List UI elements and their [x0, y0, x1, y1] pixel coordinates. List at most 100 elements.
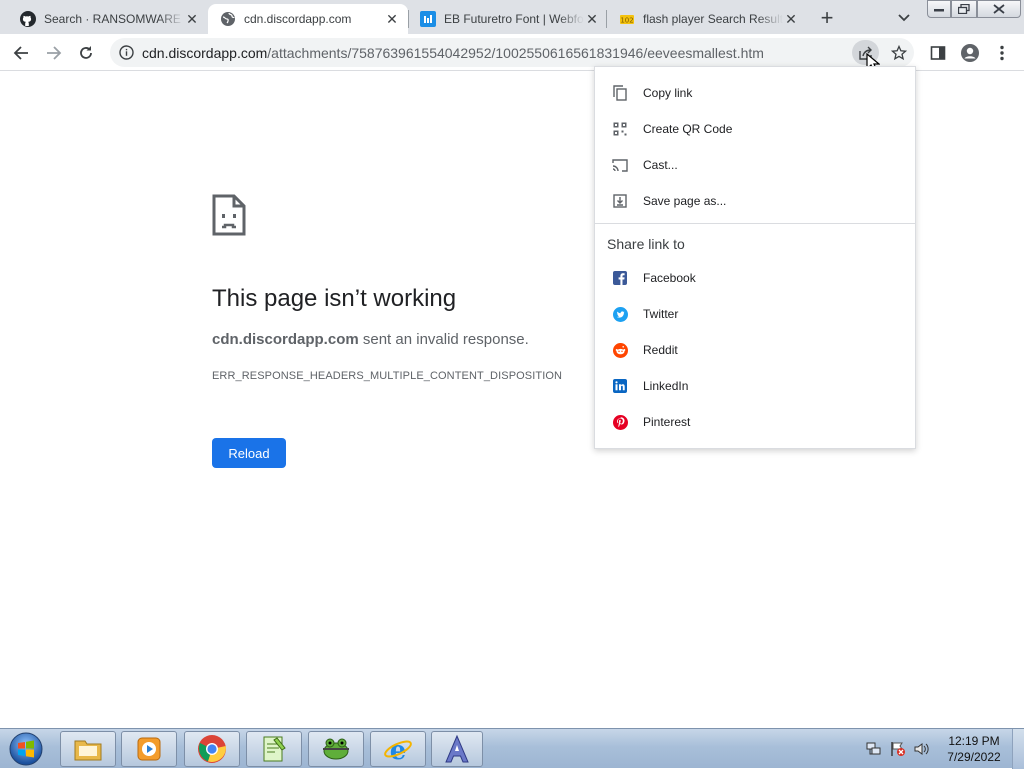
menu-item-label: Copy link [643, 86, 693, 100]
forward-arrow-icon [47, 46, 62, 60]
new-tab-button[interactable]: + [815, 5, 839, 30]
linkedin-icon [611, 377, 629, 395]
profile-button[interactable] [957, 40, 983, 66]
clock-time: 12:19 PM [948, 734, 1000, 748]
close-icon[interactable]: ✕ [384, 11, 400, 27]
minimize-button[interactable] [927, 0, 951, 18]
taskbar: e 12:19 PM 7/29/2022 [0, 728, 1024, 769]
close-icon[interactable]: ✕ [783, 11, 799, 27]
reload-toolbar-button[interactable] [73, 40, 99, 66]
info-icon[interactable] [119, 45, 134, 65]
url-path: /attachments/758763961554042952/10025506… [267, 44, 764, 61]
menu-item-create-qr-code[interactable]: Create QR Code [595, 111, 915, 147]
menu-button[interactable] [989, 40, 1015, 66]
close-icon[interactable]: ✕ [584, 11, 600, 27]
reddit-icon [611, 341, 629, 359]
notepad-plus-plus-icon [263, 736, 286, 762]
start-button[interactable] [4, 730, 48, 768]
side-panel-button[interactable] [925, 40, 951, 66]
share-target-pinterest[interactable]: Pinterest [595, 404, 915, 440]
github-icon [20, 11, 36, 27]
clock[interactable]: 12:19 PM 7/29/2022 [938, 733, 1010, 765]
share-target-twitter[interactable]: Twitter [595, 296, 915, 332]
cast-icon [611, 156, 629, 174]
network-icon[interactable] [866, 741, 882, 762]
tab-title: Search · RANSOMWARE E [44, 12, 184, 26]
share-link-heading: Share link to [607, 236, 685, 252]
tab-search-button[interactable] [894, 8, 914, 28]
tab-separator [408, 10, 409, 28]
avatar-icon [961, 44, 979, 62]
system-tray: 12:19 PM 7/29/2022 [858, 729, 1024, 769]
taskbar-notepad-plus-plus[interactable] [246, 731, 302, 767]
error-desc-text: sent an invalid response. [358, 331, 529, 348]
chrome-icon [198, 735, 226, 763]
internet-explorer-icon: e [384, 736, 412, 764]
clock-date: 7/29/2022 [947, 750, 1001, 764]
more-vertical-icon [1000, 45, 1004, 61]
globe-icon [220, 11, 236, 27]
forward-button[interactable] [41, 40, 67, 66]
share-target-facebook[interactable]: Facebook [595, 260, 915, 296]
close-window-button[interactable] [977, 0, 1021, 18]
menu-item-cast[interactable]: Cast... [595, 147, 915, 183]
sad-page-icon [212, 194, 246, 241]
error-description: cdn.discordapp.com sent an invalid respo… [212, 331, 529, 348]
twitter-icon [611, 305, 629, 323]
refresh-icon [80, 46, 92, 59]
media-player-icon [137, 737, 161, 761]
tab-title: EB Futuretro Font | Webfo [444, 12, 584, 26]
show-desktop-button[interactable] [1012, 729, 1024, 769]
facebook-icon [611, 269, 629, 287]
pinterest-icon [611, 413, 629, 431]
menu-item-label: Twitter [643, 307, 679, 321]
error-title: This page isn’t working [212, 285, 457, 312]
reload-button[interactable]: Reload [212, 438, 286, 468]
taskbar-chrome[interactable] [184, 731, 240, 767]
tab-eb-futuretro[interactable]: EB Futuretro Font | Webfo ✕ [408, 4, 608, 34]
tab-strip: Search · RANSOMWARE E ✕ cdn.discordapp.c… [0, 0, 1024, 34]
taskbar-app-a[interactable] [431, 731, 483, 767]
tab-title: flash player Search Result [643, 12, 783, 26]
back-button[interactable] [8, 40, 34, 66]
share-menu: Copy link Create QR Code Cast... Save pa… [594, 66, 916, 449]
error-host: cdn.discordapp.com [212, 331, 359, 348]
menu-item-label: Create QR Code [643, 122, 733, 136]
taskbar-media-player[interactable] [121, 731, 177, 767]
frog-app-icon [323, 738, 349, 760]
tab-title: cdn.discordapp.com [244, 12, 352, 26]
menu-item-save-page-as[interactable]: Save page as... [595, 183, 915, 219]
side-panel-icon [930, 46, 946, 60]
back-arrow-icon [13, 46, 28, 60]
svg-text:e: e [390, 736, 407, 764]
address-bar[interactable]: cdn.discordapp.com/attachments/758763961… [110, 38, 914, 67]
font-site-icon [420, 11, 436, 27]
error-code: ERR_RESPONSE_HEADERS_MULTIPLE_CONTENT_DI… [212, 370, 563, 382]
svg-text:102: 102 [620, 17, 633, 25]
close-icon[interactable]: ✕ [184, 11, 200, 27]
menu-item-label: Cast... [643, 158, 678, 172]
menu-item-copy-link[interactable]: Copy link [595, 75, 915, 111]
tab-flash-player-search[interactable]: 102 flash player Search Result ✕ [607, 4, 807, 34]
tab-github-search[interactable]: Search · RANSOMWARE E ✕ [8, 4, 208, 34]
star-icon [891, 45, 907, 61]
copy-link-icon [611, 84, 629, 102]
action-center-flag-icon[interactable] [890, 741, 906, 762]
windows-start-icon [9, 732, 43, 766]
taskbar-frog-app[interactable] [308, 731, 364, 767]
taskbar-internet-explorer[interactable]: e [370, 731, 426, 767]
chevron-down-icon [898, 14, 910, 22]
menu-item-label: Save page as... [643, 194, 727, 208]
share-target-reddit[interactable]: Reddit [595, 332, 915, 368]
menu-item-label: Pinterest [643, 415, 691, 429]
qr-code-icon [611, 120, 629, 138]
tab-discord-cdn[interactable]: cdn.discordapp.com ✕ [208, 4, 408, 34]
address-url: cdn.discordapp.com/attachments/758763961… [142, 45, 764, 61]
app-a-icon [445, 734, 469, 763]
restore-button[interactable] [951, 0, 977, 18]
menu-item-label: Reddit [643, 343, 678, 357]
share-target-linkedin[interactable]: LinkedIn [595, 368, 915, 404]
bookmark-button[interactable] [888, 42, 910, 64]
taskbar-file-explorer[interactable] [60, 731, 116, 767]
volume-icon[interactable] [914, 741, 930, 762]
